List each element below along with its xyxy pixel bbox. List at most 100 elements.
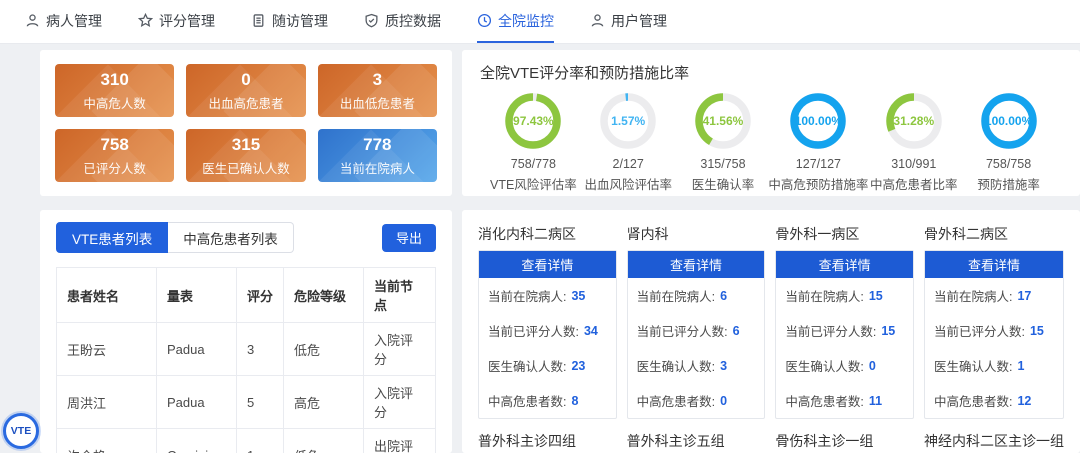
cell-risk-level: 高危 bbox=[283, 375, 364, 429]
donut-chart: 1.57% bbox=[599, 92, 657, 150]
donut-fraction: 2/127 bbox=[612, 157, 644, 171]
cell-risk-level: 低危 bbox=[283, 322, 364, 376]
view-detail-button[interactable]: 查看详情 bbox=[925, 251, 1063, 278]
dept-card-bone-trauma-1: 骨伤科主诊一组 查看详情 bbox=[775, 427, 914, 453]
cell-current-node: 出院评分 bbox=[363, 428, 436, 453]
patient-table: 患者姓名 量表 评分 危险等级 当前节点 王盼云 Padua 3 低危 入院评分… bbox=[56, 267, 436, 453]
metric-mid-high-risk: 中高危患者数: 12 bbox=[934, 393, 1032, 410]
nav-item-followup-management[interactable]: 随访管理 bbox=[251, 0, 328, 43]
stat-card-mid-high-risk: 310 中高危人数 bbox=[55, 64, 175, 117]
export-button[interactable]: 导出 bbox=[381, 223, 436, 252]
patient-table-header-row: 患者姓名 量表 评分 危险等级 当前节点 bbox=[56, 267, 436, 323]
tab-mid-high-risk-list[interactable]: 中高危患者列表 bbox=[168, 222, 294, 253]
nav-item-user-management[interactable]: 用户管理 bbox=[590, 0, 667, 43]
nav-item-label: 随访管理 bbox=[272, 12, 328, 29]
donut-fraction: 315/758 bbox=[700, 157, 746, 171]
department-cards-panel: 消化内科二病区 查看详情 当前在院病人: 35 当前已评分人数: 34 医生确认人数… bbox=[462, 210, 1080, 453]
dept-name: 消化内科二病区 bbox=[478, 226, 576, 242]
dept-name: 骨外科一病区 bbox=[775, 226, 860, 242]
donut-fraction: 310/991 bbox=[891, 157, 937, 171]
rate-panel-title: 全院VTE评分率和预防措施比率 bbox=[480, 65, 690, 82]
col-header-patient-name: 患者姓名 bbox=[56, 267, 157, 323]
patient-list-toolbar: VTE患者列表 中高危患者列表 导出 bbox=[56, 222, 436, 253]
donut-label: 中高危预防措施率 bbox=[768, 178, 869, 192]
stat-label: 已评分人数 bbox=[83, 161, 146, 176]
view-detail-button[interactable]: 查看详情 bbox=[627, 251, 765, 278]
cell-scale: Caprini bbox=[156, 428, 237, 453]
donut-percent: 100.00% bbox=[984, 114, 1033, 128]
cell-patient-name: 周洪江 bbox=[56, 375, 157, 429]
stat-value: 758 bbox=[100, 134, 129, 154]
dept-card-general-surgery-4: 普外科主诊四组 查看详情 bbox=[478, 427, 617, 453]
table-row[interactable]: 许合艳 Caprini 1 低危 出院评分 bbox=[56, 428, 436, 453]
table-row[interactable]: 周洪江 Padua 5 高危 入院评分 bbox=[56, 375, 436, 429]
cell-current-node: 入院评分 bbox=[363, 375, 436, 429]
stat-value: 3 bbox=[372, 69, 383, 89]
cell-score: 3 bbox=[236, 322, 284, 376]
cell-scale: Padua bbox=[156, 322, 237, 376]
stat-label: 当前在院病人 bbox=[339, 161, 415, 176]
nav-item-score-management[interactable]: 评分管理 bbox=[138, 0, 215, 43]
cell-patient-name: 王盼云 bbox=[56, 322, 157, 376]
stat-value: 315 bbox=[231, 134, 261, 154]
user-icon bbox=[591, 14, 604, 27]
metric-doctor-confirmed: 医生确认人数: 3 bbox=[636, 358, 728, 375]
view-detail-button[interactable]: 查看详情 bbox=[479, 251, 616, 278]
stat-label: 出血低危患者 bbox=[339, 96, 415, 111]
dept-box: 查看详情 当前在院病人: 17 当前已评分人数: 15 医生确认人数: 1 中高危患者… bbox=[924, 250, 1064, 419]
metric-scored: 当前已评分人数: 15 bbox=[785, 323, 896, 340]
table-row[interactable]: 王盼云 Padua 3 低危 入院评分 bbox=[56, 322, 436, 376]
donut-fraction: 758/758 bbox=[985, 157, 1032, 171]
top-navbar: 病人管理 评分管理 随访管理 质控数据 全院监控 用户管理 bbox=[0, 0, 1080, 44]
metric-mid-high-risk: 中高危患者数: 8 bbox=[488, 393, 579, 410]
view-detail-button[interactable]: 查看详情 bbox=[776, 251, 913, 278]
stat-label: 出血高危患者 bbox=[208, 96, 284, 111]
dept-card-general-surgery-5: 普外科主诊五组 查看详情 bbox=[627, 427, 766, 453]
metric-scored: 当前已评分人数: 6 bbox=[636, 323, 740, 340]
nav-item-patient-management[interactable]: 病人管理 bbox=[25, 0, 102, 43]
dept-box: 查看详情 当前在院病人: 15 当前已评分人数: 15 医生确认人数: 0 中高危患者… bbox=[775, 250, 914, 419]
donut-chart: 97.43% bbox=[504, 92, 562, 150]
donut-fraction: 758/778 bbox=[510, 157, 556, 171]
patient-list-panel: VTE患者列表 中高危患者列表 导出 患者姓名 量表 评分 危险等级 当前节点 … bbox=[40, 210, 452, 453]
donut-chart: 100.00% bbox=[789, 92, 847, 150]
donut-label: 中高危患者比率 bbox=[870, 178, 958, 192]
metric-doctor-confirmed: 医生确认人数: 1 bbox=[934, 358, 1025, 375]
donut-label: 出血风险评估率 bbox=[584, 178, 672, 192]
col-header-current-node: 当前节点 bbox=[363, 267, 436, 323]
rate-panel: 全院VTE评分率和预防措施比率 97.43% 758/778 VTE风险评估率 … bbox=[462, 50, 1080, 196]
tab-vte-patient-list[interactable]: VTE患者列表 bbox=[56, 222, 169, 253]
donut-chart: 41.56% bbox=[694, 92, 752, 150]
donut-percent: 100.00% bbox=[794, 114, 843, 128]
cell-risk-level: 低危 bbox=[283, 428, 364, 453]
donut-percent: 97.43% bbox=[513, 114, 554, 128]
monitor-clock-icon bbox=[477, 13, 492, 28]
vte-floating-badge[interactable]: VTE bbox=[3, 413, 39, 449]
dept-name: 骨伤科主诊一组 bbox=[775, 433, 874, 449]
stat-card-doctor-confirmed: 315 医生已确认人数 bbox=[186, 129, 306, 182]
donut-percent: 31.28% bbox=[893, 114, 935, 128]
metric-in-hospital: 当前在院病人: 35 bbox=[488, 288, 586, 305]
donut-prevention-rate: 100.00% 758/758 预防措施率 bbox=[961, 92, 1056, 193]
donut-label: 预防措施率 bbox=[977, 178, 1040, 192]
nav-item-hospital-monitor[interactable]: 全院监控 bbox=[477, 0, 554, 43]
donut-bleed-risk-rate: 1.57% 2/127 出血风险评估率 bbox=[581, 92, 676, 193]
metric-scored: 当前已评分人数: 34 bbox=[488, 323, 598, 340]
stat-card-bleed-low-risk: 3 出血低危患者 bbox=[317, 64, 437, 117]
dept-card-orthopedics-2: 骨外科二病区 查看详情 当前在院病人: 17 当前已评分人数: 15 医生确认人数:… bbox=[924, 220, 1064, 427]
nav-item-quality-data[interactable]: 质控数据 bbox=[364, 0, 441, 43]
dept-box: 查看详情 当前在院病人: 35 当前已评分人数: 34 医生确认人数: 23 中高危患… bbox=[478, 250, 617, 419]
stat-card-scored: 758 已评分人数 bbox=[55, 129, 175, 182]
metric-scored: 当前已评分人数: 15 bbox=[934, 323, 1044, 340]
cell-patient-name: 许合艳 bbox=[56, 428, 157, 453]
nav-item-label: 全院监控 bbox=[498, 12, 554, 29]
metric-in-hospital: 当前在院病人: 15 bbox=[785, 288, 883, 305]
dept-name: 普外科主诊五组 bbox=[626, 433, 725, 449]
donut-row: 97.43% 758/778 VTE风险评估率 1.57% 2/127 出血风险… bbox=[480, 92, 1062, 193]
nav-item-label: 病人管理 bbox=[46, 12, 102, 29]
col-header-scale: 量表 bbox=[156, 267, 237, 323]
stat-value: 0 bbox=[241, 69, 251, 89]
stat-cards-panel: 310 中高危人数 0 出血高危患者 3 出血低危患者 758 已评分人数 31… bbox=[40, 50, 452, 196]
stat-label: 医生已确认人数 bbox=[202, 161, 290, 176]
metric-mid-high-risk: 中高危患者数: 0 bbox=[636, 393, 728, 410]
